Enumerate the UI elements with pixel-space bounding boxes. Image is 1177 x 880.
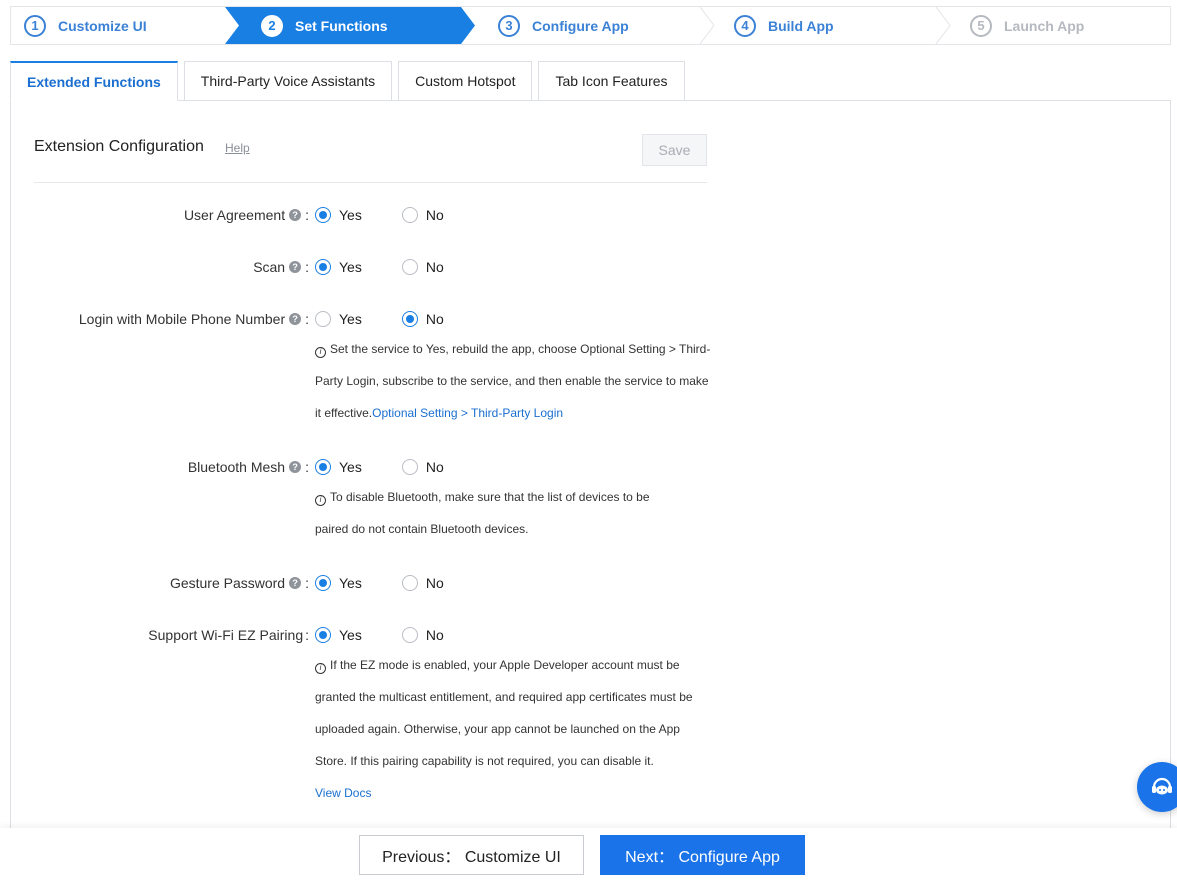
previous-button[interactable]: Previous： Customize UI [359,835,584,875]
question-circle-icon[interactable]: ? [289,261,302,273]
customer-service-icon [1152,777,1172,795]
function-tabs: Extended Functions Third-Party Voice Ass… [10,61,691,101]
step-label: Customize UI [58,17,147,34]
page-title: Extension Configuration [34,138,204,155]
extension-configuration-panel: Extension Configuration Help Save User A… [10,100,1171,830]
setting-note: i Set the service to Yes, rebuild the app… [315,342,711,420]
step-label: Set Functions [295,17,388,34]
radio-group: Yes No [315,625,484,645]
step-launch-app: 5 Launch App [970,7,1084,44]
setting-label: Gesture Password ? : [169,575,309,591]
radio-no[interactable]: No [401,627,444,643]
radio-circle[interactable] [315,311,331,327]
view-docs-link[interactable]: View Docs [315,786,371,800]
info-circle-icon: i [315,662,326,674]
step-label: Launch App [1004,17,1085,34]
step-set-functions[interactable]: 2 Set Functions [261,7,388,44]
setting-note: i To disable Bluetooth, make sure that th… [315,490,650,536]
step-build-app[interactable]: 4 Build App [734,7,834,44]
question-circle-icon[interactable]: ? [289,577,302,589]
radio-group: Yes No [315,573,484,593]
radio-yes[interactable]: Yes [315,459,362,475]
question-circle-icon[interactable]: ? [289,461,302,473]
setting-label: Support Wi-Fi EZ Pairing : [148,627,309,643]
radio-circle[interactable] [401,311,418,327]
radio-yes[interactable]: Yes [315,207,362,223]
step-configure-app[interactable]: 3 Configure App [498,7,629,44]
step-label: Build App [768,17,834,34]
radio-no[interactable]: No [401,259,444,275]
info-circle-icon: i [315,346,326,358]
radio-yes[interactable]: Yes [315,627,362,643]
wizard-footer: Previous： Customize UI Next： Configure A… [0,828,1177,880]
optional-setting-link[interactable]: Optional Setting > Third-Party Login [372,406,563,420]
radio-yes[interactable]: Yes [315,575,362,591]
setting-label: Scan ? : [253,259,309,275]
step-number-icon: 1 [24,14,46,37]
help-link[interactable]: Help [225,141,250,155]
setting-label: Login with Mobile Phone Number ? : [78,311,309,327]
setting-note: i If the EZ mode is enabled, your Apple D… [315,658,693,800]
tab-extended-functions[interactable]: Extended Functions [10,61,178,101]
radio-no[interactable]: No [401,575,444,591]
radio-no[interactable]: No [401,459,444,475]
radio-circle[interactable] [401,575,418,591]
question-circle-icon[interactable]: ? [289,313,302,325]
radio-yes[interactable]: Yes [315,311,362,327]
question-circle-icon[interactable]: ? [289,209,302,221]
step-number-icon: 4 [734,14,756,37]
radio-circle[interactable] [315,627,331,643]
radio-circle[interactable] [401,259,418,275]
step-label: Configure App [532,17,629,34]
setting-label: Bluetooth Mesh ? : [187,459,309,475]
tab-third-party-voice-assistants[interactable]: Third-Party Voice Assistants [183,61,393,101]
radio-circle[interactable] [401,459,418,475]
step-number-icon: 5 [970,14,992,37]
radio-circle[interactable] [401,207,418,223]
radio-group: Yes No [315,309,484,329]
radio-circle[interactable] [315,207,331,223]
chevron-right-icon [699,7,715,44]
step-customize-ui[interactable]: 1 Customize UI [24,7,147,44]
radio-yes[interactable]: Yes [315,259,362,275]
next-button[interactable]: Next： Configure App [600,835,805,875]
radio-circle[interactable] [315,575,331,591]
radio-circle[interactable] [315,459,331,475]
setting-label: User Agreement ? : [183,207,309,223]
tab-custom-hotspot[interactable]: Custom Hotspot [398,61,533,101]
radio-circle[interactable] [401,627,418,643]
chevron-right-icon [935,7,951,44]
save-button[interactable]: Save [642,134,707,166]
radio-group: Yes No [315,205,484,225]
step-number-icon: 2 [261,14,283,37]
tab-tab-icon-features[interactable]: Tab Icon Features [538,61,685,101]
radio-no[interactable]: No [401,207,444,223]
info-circle-icon: i [315,494,326,506]
radio-no[interactable]: No [401,311,444,327]
progress-steps: 1 Customize UI 2 Set Functions 3 Configu… [10,6,1171,45]
divider [34,182,707,183]
radio-group: Yes No [315,457,484,477]
radio-circle[interactable] [315,259,331,275]
step-number-icon: 3 [498,14,520,37]
radio-group: Yes No [315,257,484,277]
